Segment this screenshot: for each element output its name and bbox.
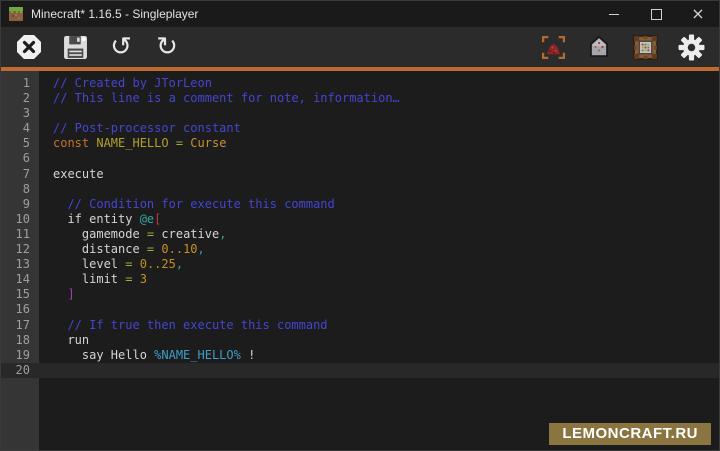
code-line: gamemode = creative, <box>39 227 719 242</box>
command-block-icon <box>632 34 659 61</box>
settings-gear-icon <box>678 34 705 61</box>
clear-button[interactable] <box>14 32 44 62</box>
window-title: Minecraft* 1.16.5 - Singleplayer <box>31 7 198 21</box>
code-line: if entity @e[ <box>39 212 719 227</box>
line-number: 3 <box>1 106 39 121</box>
toolbar-left-group: ↺ ↻ <box>14 32 182 62</box>
code-line: distance = 0..10, <box>39 242 719 257</box>
line-number: 14 <box>1 272 39 287</box>
undo-button[interactable]: ↺ <box>106 32 136 62</box>
line-number: 8 <box>1 182 39 197</box>
code-line: // This line is a comment for note, info… <box>39 91 719 106</box>
line-number: 13 <box>1 257 39 272</box>
code-editor[interactable]: 1234567891011121314151617181920 // Creat… <box>1 71 719 451</box>
line-number: 18 <box>1 333 39 348</box>
line-number: 6 <box>1 151 39 166</box>
line-number: 5 <box>1 136 39 151</box>
grass-block-icon <box>9 7 23 21</box>
save-floppy-icon <box>63 35 88 60</box>
code-line <box>39 302 719 317</box>
window-controls: × <box>593 1 719 27</box>
line-number: 17 <box>1 318 39 333</box>
save-button[interactable] <box>60 32 90 62</box>
code-line <box>39 363 719 378</box>
line-number: 20 <box>1 363 39 378</box>
redstone-dust-icon <box>540 34 567 61</box>
code-line: // Condition for execute this command <box>39 197 719 212</box>
maximize-icon <box>651 9 662 20</box>
line-number: 19 <box>1 348 39 363</box>
minimize-button[interactable] <box>593 1 635 27</box>
line-number: 1 <box>1 76 39 91</box>
command-block-button[interactable] <box>630 32 660 62</box>
code-line: const NAME_HELLO = Curse <box>39 136 719 151</box>
code-line: // If true then execute this command <box>39 318 719 333</box>
line-number: 9 <box>1 197 39 212</box>
code-line: limit = 3 <box>39 272 719 287</box>
gutter: 1234567891011121314151617181920 <box>1 71 39 451</box>
undo-icon: ↺ <box>110 34 132 60</box>
line-number: 7 <box>1 167 39 182</box>
titlebar: Minecraft* 1.16.5 - Singleplayer × <box>1 1 719 27</box>
octagon-x-icon <box>16 34 42 60</box>
close-icon: × <box>691 6 704 22</box>
redo-button[interactable]: ↻ <box>152 32 182 62</box>
code-line: execute <box>39 167 719 182</box>
code-line <box>39 182 719 197</box>
code-lines[interactable]: // Created by JTorLeon// This line is a … <box>39 71 719 451</box>
line-number: 16 <box>1 302 39 317</box>
code-line: say Hello %NAME_HELLO% ! <box>39 348 719 363</box>
redstone-button[interactable] <box>538 32 568 62</box>
code-line: ] <box>39 287 719 302</box>
toolbar: ↺ ↻ <box>1 27 719 67</box>
line-number: 11 <box>1 227 39 242</box>
code-line: level = 0..25, <box>39 257 719 272</box>
toolbar-right-group <box>538 32 706 62</box>
settings-button[interactable] <box>676 32 706 62</box>
maximize-button[interactable] <box>635 1 677 27</box>
line-number: 12 <box>1 242 39 257</box>
code-line <box>39 151 719 166</box>
line-number: 2 <box>1 91 39 106</box>
app-window: Minecraft* 1.16.5 - Singleplayer × <box>0 0 720 451</box>
close-button[interactable]: × <box>677 1 719 27</box>
code-line: // Post-processor constant <box>39 121 719 136</box>
code-line: // Created by JTorLeon <box>39 76 719 91</box>
code-line: run <box>39 333 719 348</box>
code-line <box>39 106 719 121</box>
dispenser-icon <box>586 34 612 60</box>
line-number: 4 <box>1 121 39 136</box>
watermark-badge: LEMONCRAFT.RU <box>549 423 711 445</box>
dispenser-button[interactable] <box>584 32 614 62</box>
minimize-icon <box>609 14 619 15</box>
line-number: 10 <box>1 212 39 227</box>
line-number: 15 <box>1 287 39 302</box>
redo-icon: ↻ <box>156 34 178 60</box>
